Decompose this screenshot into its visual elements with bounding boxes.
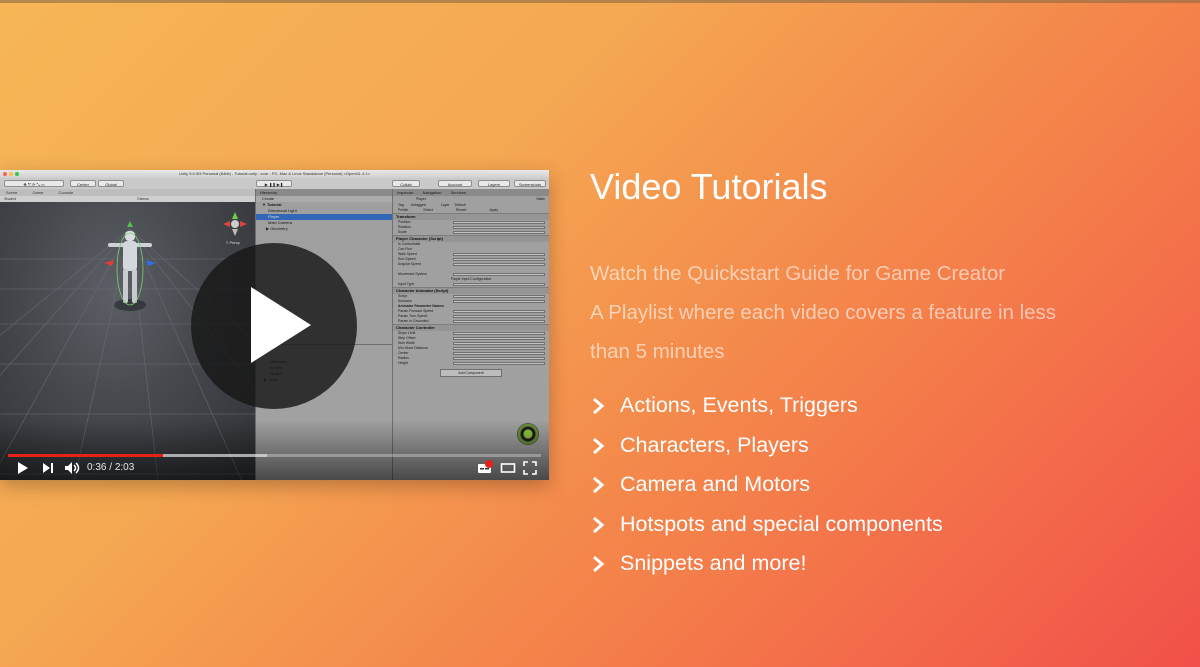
feature-list: Actions, Events, Triggers Characters, Pl… [590, 386, 943, 584]
chevron-right-icon [593, 516, 605, 533]
play-button[interactable] [14, 460, 30, 476]
video-player[interactable]: Unity 5.6.0f3 Personal (64bit) - Tutoria… [0, 170, 549, 480]
feature-label: Hotspots and special components [620, 511, 943, 536]
chevron-right-icon [593, 398, 605, 414]
subtitles-icon [478, 460, 493, 473]
chevron-right-icon [593, 437, 605, 454]
volume-icon [65, 462, 80, 474]
tab-game: Game [32, 190, 44, 195]
tab-console: Console [58, 190, 74, 195]
minimize-dot-icon [9, 172, 13, 176]
progress-bar[interactable] [8, 454, 541, 457]
gizmos-menu: Gizmos [137, 197, 149, 201]
scene-tabs: Scene Game Console [0, 189, 255, 196]
time-total: 2:03 [114, 462, 135, 473]
feature-label: Actions, Events, Triggers [620, 393, 858, 417]
description-line: A Playlist where each video covers a fea… [590, 301, 1057, 324]
volume-button[interactable] [63, 460, 81, 476]
description: Watch the Quickstart Guide for Game Crea… [590, 254, 1160, 371]
transform-tools: ✥ ⤧ ⟳ ⤡ ▭ [4, 180, 64, 187]
theater-icon [500, 463, 516, 473]
feature-item: Characters, Players [590, 426, 943, 466]
pivot-global-button: Global [98, 180, 124, 187]
feature-label: Camera and Motors [620, 472, 810, 497]
feature-item: Snippets and more! [590, 544, 943, 584]
close-dot-icon [3, 172, 7, 176]
time-current: 0:36 [87, 462, 107, 473]
chevron-right-icon [593, 556, 605, 573]
description-line: Watch the Quickstart Guide for Game Crea… [590, 262, 1006, 285]
feature-label: Characters, Players [620, 432, 809, 457]
layers-button: Layers [478, 180, 510, 187]
account-button: Account [438, 180, 472, 187]
play-icon [251, 287, 311, 363]
feature-label: Snippets and more! [620, 551, 807, 576]
playback-controls: ▶ ❚❚ ▶❚ [256, 180, 292, 187]
progress-played [8, 454, 163, 457]
persp-label: ≡ Persp [226, 240, 240, 245]
scene-subtoolbar: Shaded Gizmos [0, 196, 255, 202]
fullscreen-icon [523, 461, 537, 475]
scene-gizmo-icon [223, 212, 247, 236]
fullscreen-button[interactable] [522, 460, 538, 476]
next-icon [43, 463, 53, 473]
shading-mode: Shaded [4, 197, 17, 201]
unity-titlebar: Unity 5.6.0f3 Personal (64bit) - Tutoria… [0, 170, 549, 178]
description-line: than 5 minutes [590, 340, 725, 363]
feature-item: Camera and Motors [590, 465, 943, 505]
collab-button: Collab [392, 180, 420, 187]
subtitles-button[interactable] [476, 460, 494, 476]
big-play-button[interactable] [191, 243, 357, 409]
time-separator: / [106, 462, 115, 473]
tab-scene: Scene [6, 190, 18, 195]
next-button[interactable] [40, 460, 56, 476]
time-display: 0:36 / 2:03 [87, 462, 134, 474]
chevron-right-icon [593, 477, 605, 494]
theater-mode-button[interactable] [500, 460, 516, 476]
section-heading: Video Tutorials [590, 166, 828, 207]
layout-button: Screenshots [514, 180, 546, 187]
unity-window-title: Unity 5.6.0f3 Personal (64bit) - Tutoria… [178, 171, 371, 176]
play-icon [18, 462, 28, 474]
player-model [104, 221, 156, 311]
controls-gradient [0, 420, 549, 480]
top-border [0, 0, 1200, 3]
feature-item: Actions, Events, Triggers [590, 386, 943, 426]
feature-item: Hotspots and special components [590, 505, 943, 545]
zoom-dot-icon [15, 172, 19, 176]
pivot-center-button: Center [70, 180, 96, 187]
